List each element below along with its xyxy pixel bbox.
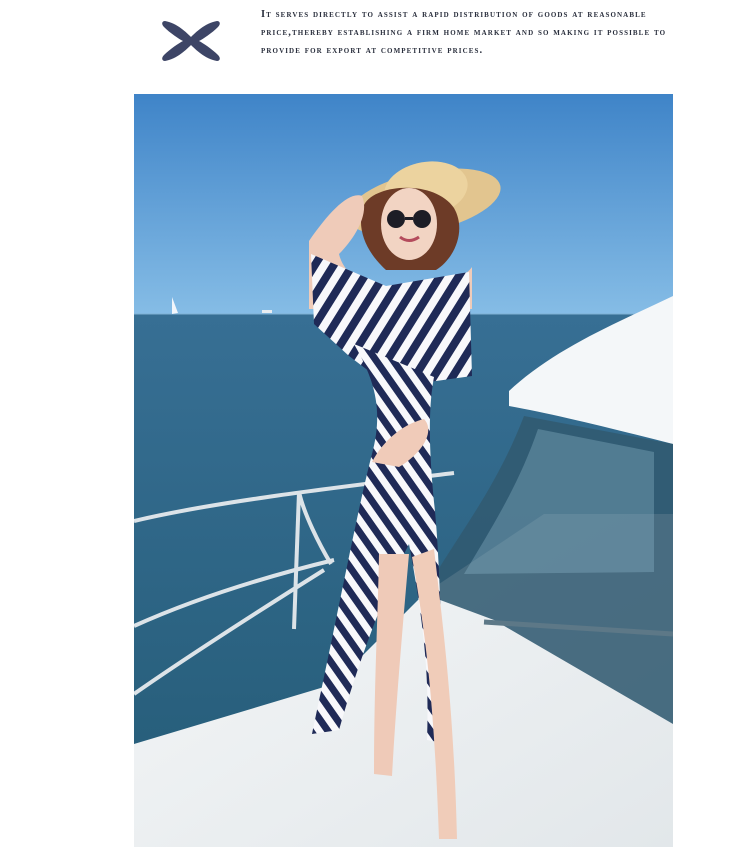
cross-icon [162, 21, 220, 61]
header: It serves directly to assist a rapid dis… [0, 0, 750, 92]
header-caption: It serves directly to assist a rapid dis… [261, 9, 667, 56]
product-photo [134, 94, 673, 847]
